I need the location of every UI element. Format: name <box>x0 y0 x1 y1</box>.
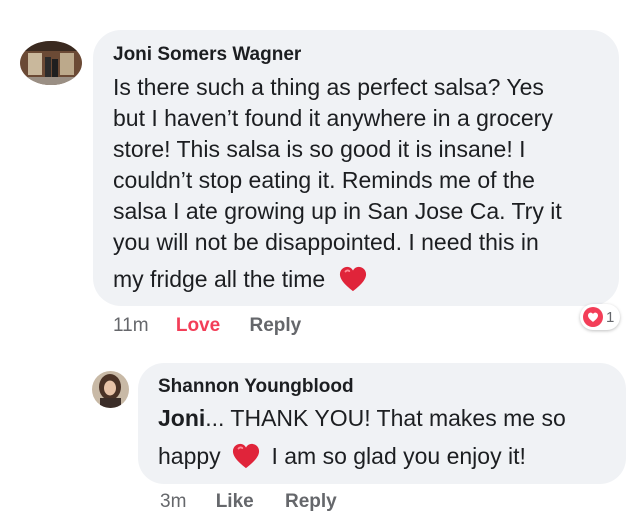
reply-time[interactable]: 3m <box>160 491 186 512</box>
reply-meta: 3m Like Reply <box>160 491 337 513</box>
reply-author[interactable]: Shannon Youngblood <box>158 376 354 398</box>
reply-text: ... THANK YOU! That makes me so <box>205 405 566 431</box>
comment-text-line: salsa I ate growing up in San Jose Ca. T… <box>113 198 562 224</box>
reply-text-line: happy I am so glad you enjoy it! <box>158 441 526 472</box>
red-heart-icon <box>232 443 260 469</box>
avatar-photo <box>20 41 82 85</box>
comment-meta: 11m Love Reply <box>113 315 301 337</box>
comment-text-line: couldn’t stop eating it. Reminds me of t… <box>113 167 535 193</box>
love-button[interactable]: Love <box>176 315 220 336</box>
avatar-photo <box>92 371 129 408</box>
reply-text: I am so glad you enjoy it! <box>271 443 526 469</box>
reply-text: happy <box>158 443 221 469</box>
comment-text-line: but I haven’t found it anywhere in a gro… <box>113 105 553 131</box>
comment-author[interactable]: Joni Somers Wagner <box>113 44 301 66</box>
replier-avatar[interactable] <box>92 371 129 408</box>
commenter-avatar[interactable] <box>20 41 82 85</box>
comment-text-line: store! This salsa is so good it is insan… <box>113 136 526 162</box>
comment-time[interactable]: 11m <box>113 315 149 336</box>
reply-button[interactable]: Reply <box>285 491 337 512</box>
comment-text-line: Is there such a thing as perfect salsa? … <box>113 74 544 100</box>
reply-text-line: Joni... THANK YOU! That makes me so <box>158 403 566 434</box>
love-reaction-icon <box>583 307 603 327</box>
reply-button[interactable]: Reply <box>249 315 301 336</box>
comment-text-line-last: my fridge all the time <box>113 264 368 295</box>
reaction-badge[interactable]: 1 <box>580 304 621 330</box>
like-button[interactable]: Like <box>216 491 254 512</box>
comment-text-line: my fridge all the time <box>113 266 326 292</box>
comment-text-line: you will not be disappointed. I need thi… <box>113 229 539 255</box>
reaction-count: 1 <box>606 308 615 326</box>
mentioned-user[interactable]: Joni <box>158 405 205 431</box>
red-heart-icon <box>339 266 366 292</box>
